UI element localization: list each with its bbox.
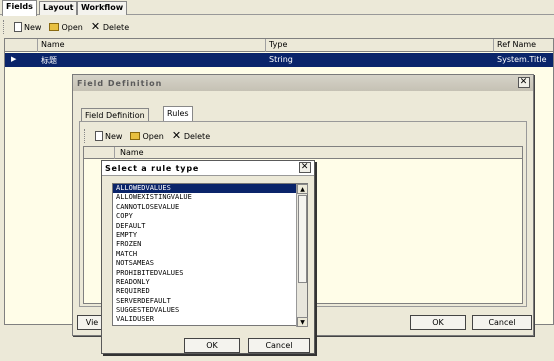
list-item[interactable]: DEFAULT [113, 222, 307, 231]
list-item[interactable]: VALIDUSER [113, 315, 307, 324]
rules-open-button[interactable]: Open [127, 128, 166, 144]
list-item[interactable]: READONLY [113, 278, 307, 287]
scroll-up-icon[interactable]: ▲ [297, 184, 308, 194]
close-icon[interactable]: ✕ [518, 77, 530, 88]
rules-grid-header: Name [84, 147, 522, 159]
delete-x-icon: ✕ [171, 129, 182, 142]
scroll-down-icon[interactable]: ▼ [297, 317, 308, 327]
rule-type-list[interactable]: ALLOWEDVALUES ALLOWEXISTINGVALUE CANNOTLOS… [112, 183, 308, 327]
rules-new-button[interactable]: New [92, 128, 125, 144]
column-header-type[interactable]: Type [269, 40, 287, 49]
list-item[interactable]: CANNOTLOSEVALUE [113, 203, 307, 212]
delete-button[interactable]: ✕ Delete [88, 19, 132, 35]
list-item[interactable]: REQUIRED [113, 287, 307, 296]
table-row[interactable]: ▶ 标题 String System.Title [5, 53, 553, 67]
new-button[interactable]: New [11, 19, 44, 35]
list-item[interactable]: FROZEN [113, 240, 307, 249]
grid-header: Name Type Ref Name [5, 39, 553, 52]
ok-button[interactable]: OK [184, 338, 240, 353]
column-header-ref-name[interactable]: Ref Name [497, 40, 536, 49]
column-header-name[interactable]: Name [41, 40, 65, 49]
cell-type: String [269, 55, 293, 64]
cancel-button[interactable]: Cancel [248, 338, 310, 353]
list-item[interactable]: ALLOWEXISTINGVALUE [113, 193, 307, 202]
cell-name: 标题 [41, 56, 57, 65]
open-folder-icon [49, 23, 60, 31]
list-item[interactable]: NOTSAMEAS [113, 259, 307, 268]
open-button[interactable]: Open [46, 19, 85, 35]
tab-field-definition[interactable]: Field Definition [81, 108, 149, 122]
list-scrollbar[interactable]: ▲ ▼ [296, 184, 308, 327]
delete-x-icon: ✕ [90, 20, 101, 33]
fields-toolbar: New Open ✕ Delete [3, 17, 143, 37]
list-item[interactable]: SUGGESTEDVALUES [113, 306, 307, 315]
ok-button[interactable]: OK [410, 315, 466, 330]
new-document-icon [95, 131, 103, 141]
list-item[interactable]: ALLOWEDVALUES [113, 184, 307, 194]
designer-tab-strip: Fields Layout Workflow [0, 0, 554, 16]
rules-delete-button[interactable]: ✕ Delete [169, 128, 213, 144]
new-document-icon [14, 22, 22, 32]
close-icon[interactable]: ✕ [299, 162, 311, 173]
dialog-title: Field Definition [77, 78, 163, 88]
list-item[interactable]: MATCH [113, 250, 307, 259]
column-header-name[interactable]: Name [120, 148, 144, 157]
tab-rules[interactable]: Rules [163, 106, 193, 122]
toolbar-grip [3, 20, 6, 34]
open-folder-icon [130, 132, 141, 140]
list-item[interactable]: PROHIBITEDVALUES [113, 269, 307, 278]
cell-ref-name: System.Title [497, 55, 547, 64]
list-item[interactable]: COPY [113, 212, 307, 221]
cancel-button[interactable]: Cancel [472, 315, 532, 330]
list-item[interactable]: EMPTY [113, 231, 307, 240]
list-item[interactable]: SERVERDEFAULT [113, 297, 307, 306]
tab-fields[interactable]: Fields [2, 0, 37, 16]
rules-toolbar: New Open ✕ Delete [84, 126, 224, 146]
dialog-title-bar: Field Definition ✕ [73, 75, 533, 91]
select-dialog-title: Select a rule type [105, 163, 200, 173]
select-rule-type-dialog: Select a rule type ✕ ALLOWEDVALUES ALLOWE… [101, 160, 315, 354]
tab-workflow[interactable]: Workflow [77, 1, 128, 15]
row-pointer-icon: ▶ [11, 55, 17, 63]
select-dialog-title-bar: Select a rule type ✕ [102, 161, 314, 176]
scroll-thumb[interactable] [298, 195, 307, 283]
tab-layout[interactable]: Layout [39, 1, 78, 15]
